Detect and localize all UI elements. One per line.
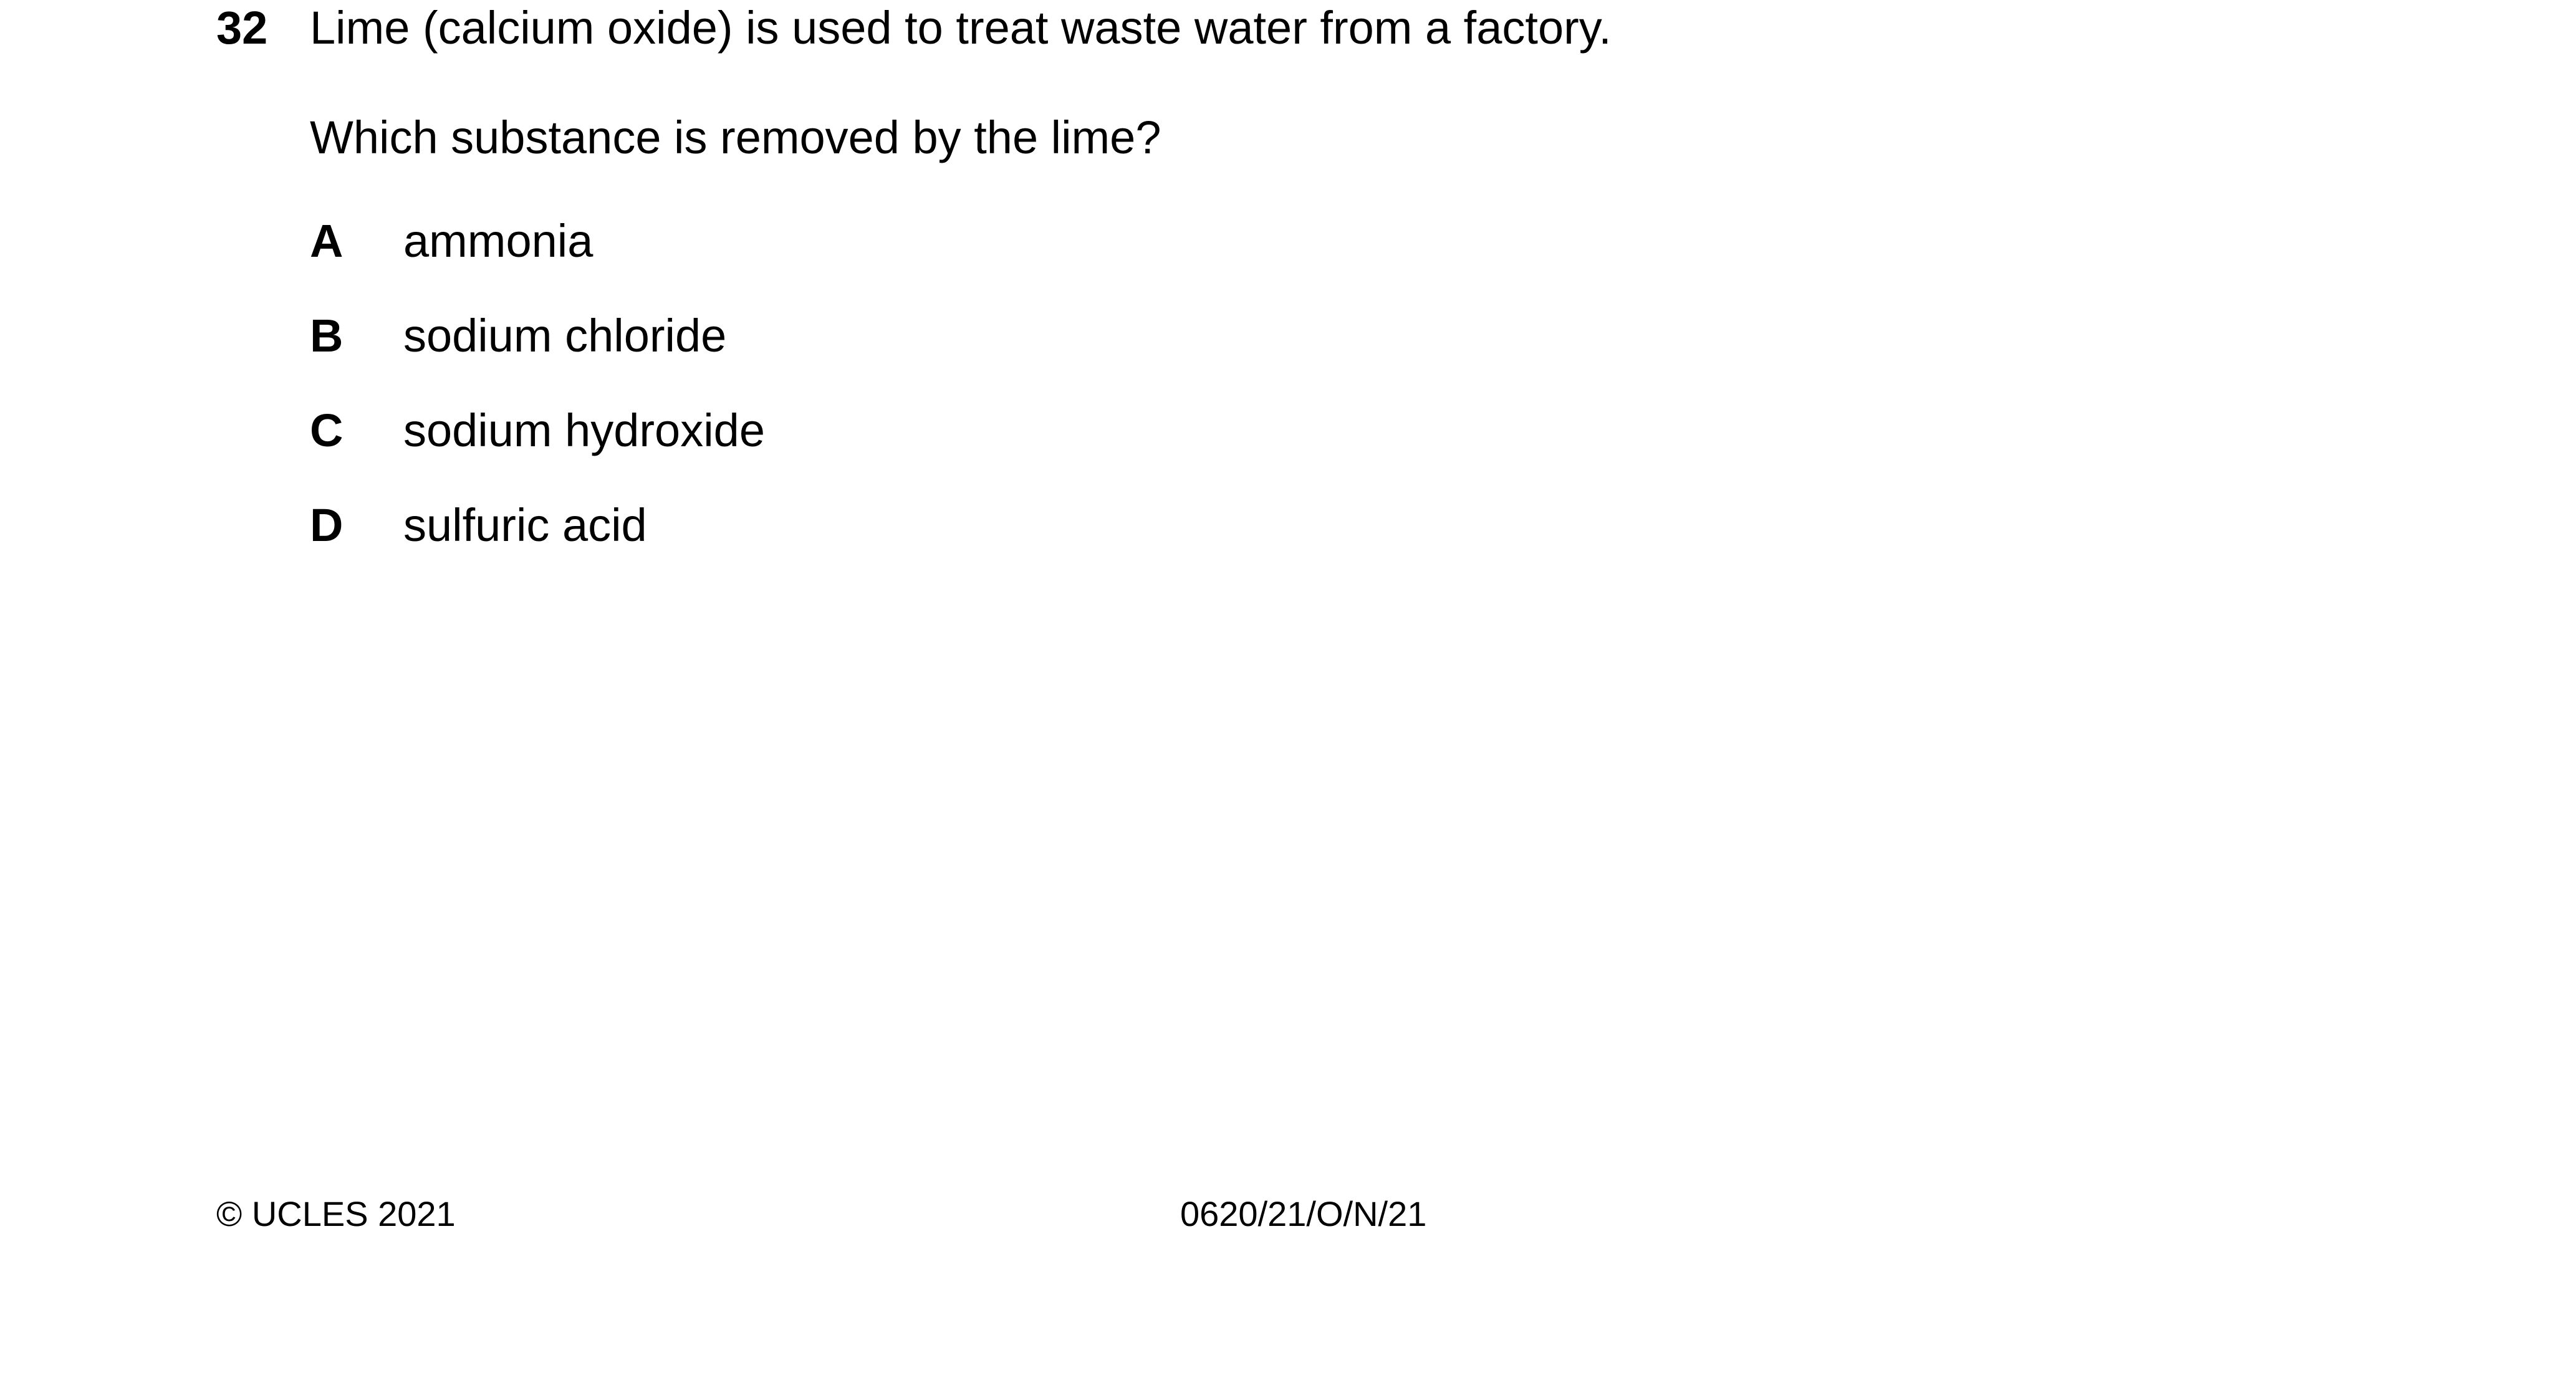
option-c[interactable]: C sodium hydroxide [310,408,1183,464]
footer-paper-code: 0620/21/O/N/21 [1180,1194,1427,1233]
option-text: sodium chloride [403,310,727,361]
option-b[interactable]: B sodium chloride [310,313,1183,369]
footer-copyright: © UCLES 2021 [216,1194,456,1233]
option-a[interactable]: A ammonia [310,218,1183,274]
option-letter: D [310,499,344,551]
question-number: 32 [216,2,268,54]
option-letter: A [310,215,344,267]
option-d[interactable]: D sulfuric acid [310,502,1183,558]
question-stem: Lime (calcium oxide) is used to treat wa… [310,2,1612,54]
option-letter: B [310,310,344,361]
option-text: ammonia [403,215,594,267]
option-text: sodium hydroxide [403,404,765,456]
option-text: sulfuric acid [403,499,647,551]
option-letter: C [310,404,344,456]
question-prompt: Which substance is removed by the lime? [310,112,1161,163]
